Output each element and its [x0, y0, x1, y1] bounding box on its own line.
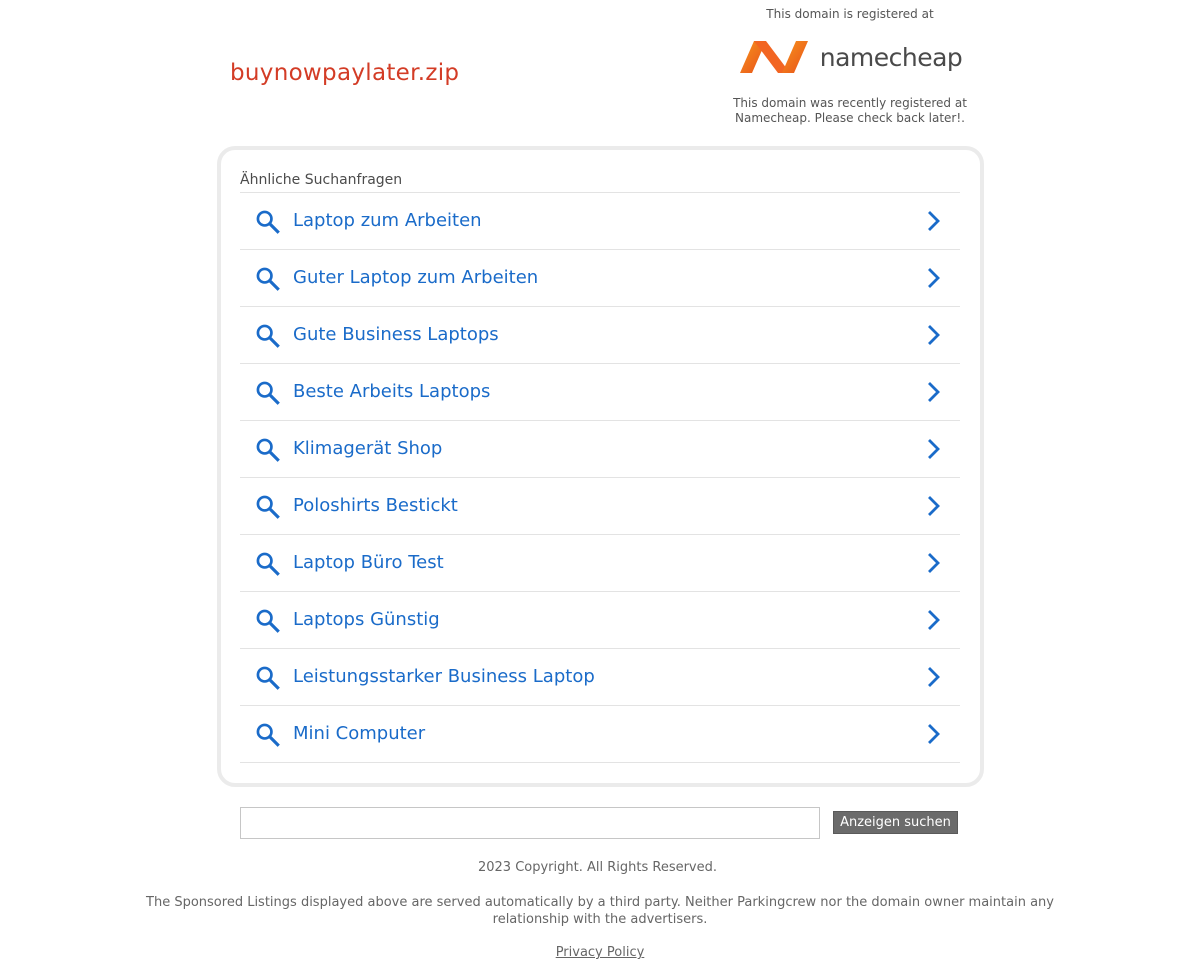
related-search-label: Leistungsstarker Business Laptop: [293, 666, 595, 687]
related-search-item[interactable]: Leistungsstarker Business Laptop: [240, 649, 960, 706]
chevron-right-icon: [928, 496, 940, 516]
search-icon: [256, 210, 280, 234]
search-input[interactable]: [240, 807, 820, 839]
search-icon: [256, 552, 280, 576]
search-icon: [256, 666, 280, 690]
registrar-info: This domain is registered at namecheap T…: [730, 7, 970, 126]
search-icon: [256, 609, 280, 633]
registrar-top-text: This domain is registered at: [766, 7, 934, 21]
chevron-right-icon: [928, 667, 940, 687]
related-search-label: Laptop Büro Test: [293, 552, 444, 573]
search-icon: [256, 438, 280, 462]
search-icon: [256, 495, 280, 519]
chevron-right-icon: [928, 439, 940, 459]
related-search-item[interactable]: Laptops Günstig: [240, 592, 960, 649]
search-ads-button[interactable]: Anzeigen suchen: [833, 811, 958, 834]
related-searches-list: Laptop zum Arbeiten Guter Laptop zum Arbe…: [240, 192, 960, 763]
chevron-right-icon: [928, 553, 940, 573]
chevron-right-icon: [928, 268, 940, 288]
header: buynowpaylater.zip This domain is regist…: [0, 0, 1200, 140]
domain-title: buynowpaylater.zip: [230, 60, 460, 86]
related-search-item[interactable]: Guter Laptop zum Arbeiten: [240, 250, 960, 307]
related-search-label: Poloshirts Bestickt: [293, 495, 458, 516]
search-row: Anzeigen suchen: [240, 807, 960, 839]
related-search-item[interactable]: Beste Arbeits Laptops: [240, 364, 960, 421]
related-search-item[interactable]: Laptop Büro Test: [240, 535, 960, 592]
registrar-note: This domain was recently registered at N…: [733, 96, 967, 125]
related-search-item[interactable]: Mini Computer: [240, 706, 960, 763]
related-search-label: Mini Computer: [293, 723, 426, 744]
search-icon: [256, 723, 280, 747]
related-search-label: Gute Business Laptops: [293, 324, 499, 345]
namecheap-logo-icon: [739, 41, 808, 73]
search-icon: [256, 324, 280, 348]
namecheap-logo[interactable]: namecheap: [730, 32, 970, 82]
related-search-item[interactable]: Poloshirts Bestickt: [240, 478, 960, 535]
related-search-item[interactable]: Gute Business Laptops: [240, 307, 960, 364]
privacy-section: Privacy Policy: [0, 945, 1200, 960]
related-search-label: Klimagerät Shop: [293, 438, 443, 459]
related-search-label: Guter Laptop zum Arbeiten: [293, 267, 539, 288]
related-search-label: Laptop zum Arbeiten: [293, 210, 482, 231]
related-search-label: Beste Arbeits Laptops: [293, 381, 491, 402]
disclaimer-text: The Sponsored Listings displayed above a…: [146, 895, 1054, 927]
chevron-right-icon: [928, 325, 940, 345]
search-icon: [256, 381, 280, 405]
chevron-right-icon: [928, 382, 940, 402]
namecheap-logo-text: namecheap: [819, 42, 963, 72]
chevron-right-icon: [928, 211, 940, 231]
related-search-label: Laptops Günstig: [293, 609, 440, 630]
related-search-item[interactable]: Laptop zum Arbeiten: [240, 193, 960, 250]
search-icon: [256, 267, 280, 291]
related-searches-panel: Ähnliche Suchanfragen Laptop zum Arbeite…: [217, 146, 984, 787]
copyright-text: 2023 Copyright. All Rights Reserved.: [477, 860, 718, 875]
chevron-right-icon: [928, 610, 940, 630]
chevron-right-icon: [928, 724, 940, 744]
privacy-policy-link[interactable]: Privacy Policy: [556, 945, 645, 960]
related-search-item[interactable]: Klimagerät Shop: [240, 421, 960, 478]
related-searches-title: Ähnliche Suchanfragen: [240, 172, 403, 188]
